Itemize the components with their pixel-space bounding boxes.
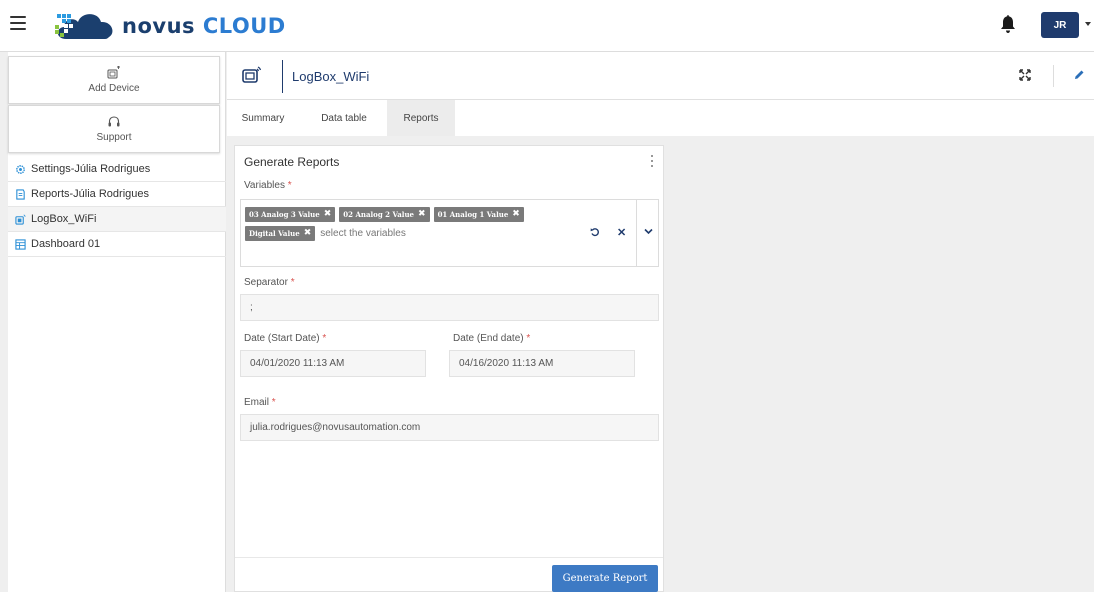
chip-remove-icon[interactable]: ✖ (324, 209, 332, 219)
edit-pencil-icon[interactable] (1073, 69, 1085, 81)
chip-label: 01 Analog 1 Value (437, 209, 509, 219)
selected-variables: 03 Analog 3 Value ✖ 02 Analog 2 Value ✖ 01… (245, 206, 545, 244)
header-divider (282, 60, 283, 93)
variables-multiselect[interactable]: 03 Analog 3 Value ✖ 02 Analog 2 Value ✖ 01… (240, 199, 659, 267)
report-icon (16, 188, 25, 200)
generate-report-button[interactable]: Generate Report (552, 565, 658, 592)
variable-chip[interactable]: 01 Analog 1 Value ✖ (433, 206, 524, 222)
sidebar-item-label: Dashboard 01 (31, 238, 101, 250)
required-mark: * (322, 333, 327, 344)
variables-label: Variables * (244, 180, 292, 191)
chip-remove-icon[interactable]: ✖ (512, 209, 520, 219)
start-date-input[interactable]: 04/01/2020 11:13 AM (240, 350, 426, 377)
sidebar: Add Device Support Settings-Júlia Rodrig… (8, 52, 226, 592)
tab-data-table[interactable]: Data table (311, 100, 377, 136)
variables-placeholder[interactable]: select the variables (320, 228, 406, 239)
end-date-label-text: Date (End date) (453, 333, 524, 344)
chip-remove-icon[interactable]: ✖ (304, 228, 312, 238)
expand-icon[interactable] (1019, 69, 1031, 81)
variable-chip[interactable]: 03 Analog 3 Value ✖ (245, 206, 336, 222)
device-title: LogBox_WiFi (292, 69, 370, 84)
hamburger-menu-icon[interactable] (10, 16, 26, 30)
device-icon (15, 214, 26, 225)
chip-remove-icon[interactable]: ✖ (418, 209, 426, 219)
tab-reports[interactable]: Reports (387, 100, 455, 136)
required-mark: * (287, 180, 292, 191)
required-mark: * (526, 333, 531, 344)
variable-chip[interactable]: Digital Value ✖ (245, 225, 316, 241)
sidebar-item-dashboard[interactable]: Dashboard 01 (8, 232, 226, 257)
gear-icon (16, 164, 25, 174)
required-mark: * (271, 397, 276, 408)
chip-label: 03 Analog 3 Value (249, 209, 320, 219)
sidebar-item-settings[interactable]: Settings-Júlia Rodrigues (8, 157, 226, 182)
tab-summary[interactable]: Summary (234, 100, 292, 136)
logo-word-cloud: cloud (202, 14, 286, 38)
user-avatar[interactable]: JR (1041, 12, 1079, 38)
bell-icon[interactable] (1000, 14, 1016, 34)
sidebar-list: Settings-Júlia Rodrigues Reports-Júlia R… (8, 157, 226, 257)
tab-bar: Summary Data table Reports (227, 100, 1094, 136)
multiselect-divider (636, 200, 637, 266)
card-footer-divider (235, 557, 663, 558)
separator-label-text: Separator (244, 277, 288, 288)
email-label-text: Email (244, 397, 270, 408)
sidebar-item-label: Reports-Júlia Rodrigues (31, 188, 149, 200)
logo-wordmark: novus cloud (122, 14, 286, 38)
support-button[interactable]: Support (8, 105, 220, 153)
header-separator (1053, 65, 1054, 87)
card-title: Generate Reports (244, 155, 340, 169)
variable-chip[interactable]: 02 Analog 2 Value ✖ (339, 206, 430, 222)
chip-label: 02 Analog 2 Value (343, 209, 415, 219)
sidebar-item-label: LogBox_WiFi (31, 213, 97, 225)
reset-icon[interactable] (590, 227, 600, 237)
clear-icon[interactable]: ✕ (617, 226, 626, 239)
chip-label: Digital Value (249, 228, 300, 238)
email-input[interactable]: julia.rodrigues@novusautomation.com (240, 414, 659, 441)
device-header: LogBox_WiFi (227, 52, 1094, 100)
add-device-button[interactable]: Add Device (8, 56, 220, 104)
cloud-logo-icon (55, 14, 113, 39)
headset-icon (108, 116, 120, 127)
user-menu-caret-icon[interactable] (1085, 22, 1091, 26)
logo-word-novus: novus (122, 14, 196, 38)
device-icon (242, 66, 262, 83)
add-device-icon (107, 66, 120, 79)
end-date-label: Date (End date) * (453, 333, 530, 344)
sidebar-item-reports[interactable]: Reports-Júlia Rodrigues (8, 182, 226, 207)
support-label: Support (96, 132, 132, 143)
top-bar: novus cloud JR (0, 0, 1094, 52)
novus-cloud-logo[interactable]: novus cloud (52, 8, 286, 44)
end-date-input[interactable]: 04/16/2020 11:13 AM (449, 350, 635, 377)
sidebar-item-label: Settings-Júlia Rodrigues (31, 163, 151, 175)
chevron-down-icon[interactable] (644, 228, 653, 235)
generate-reports-card: Generate Reports Variables * 03 Analog 3… (234, 145, 664, 592)
separator-label: Separator * (244, 277, 295, 288)
add-device-label: Add Device (88, 83, 140, 94)
dashboard-icon (15, 238, 26, 250)
separator-input[interactable]: ; (240, 294, 659, 321)
start-date-label: Date (Start Date) * (244, 333, 326, 344)
email-label: Email * (244, 397, 276, 408)
required-mark: * (290, 277, 295, 288)
start-date-label-text: Date (Start Date) (244, 333, 320, 344)
sidebar-item-logbox-wifi[interactable]: LogBox_WiFi (8, 207, 226, 232)
kebab-menu-icon[interactable] (650, 155, 654, 167)
variables-label-text: Variables (244, 180, 285, 191)
